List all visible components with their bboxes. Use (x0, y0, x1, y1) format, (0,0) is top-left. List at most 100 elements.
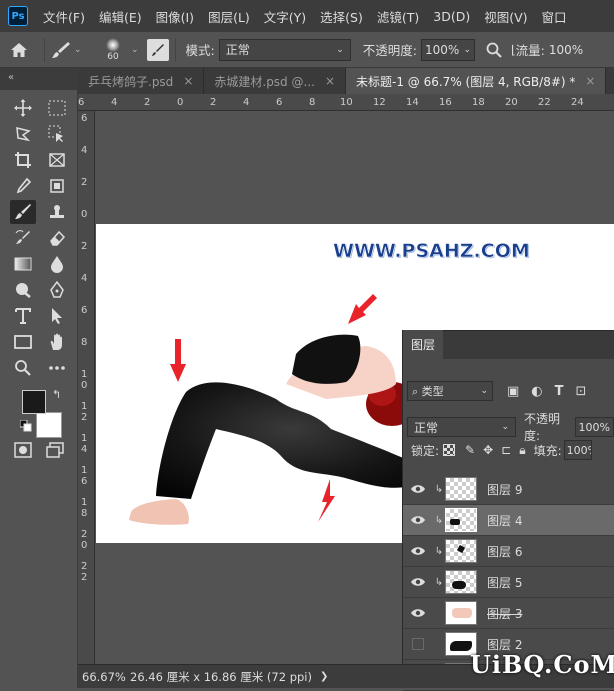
ruler-tick-label: 1 8 (81, 497, 88, 519)
menu-file[interactable]: 文件(F) (36, 7, 92, 26)
mode-select[interactable]: 正常 ⌄ (218, 38, 351, 61)
more-tools-icon[interactable] (44, 356, 70, 380)
shape-filter-icon[interactable]: ⊡ (576, 384, 587, 399)
type-filter-icon[interactable]: T (555, 384, 564, 399)
menu-type[interactable]: 文字(Y) (257, 7, 313, 26)
brush-preset-picker[interactable]: ⌄ (51, 41, 95, 59)
layer-opacity-field[interactable]: 100% (574, 417, 614, 437)
menu-window[interactable]: 窗口 (535, 7, 574, 26)
brush-settings-icon[interactable] (146, 38, 169, 61)
dodge-tool-icon[interactable] (10, 278, 36, 302)
lock-artboard-icon[interactable]: ⊏ (501, 443, 511, 457)
close-icon[interactable]: × (585, 74, 595, 88)
lasso-tool-icon[interactable] (10, 122, 36, 146)
crop-tool-icon[interactable] (10, 148, 36, 172)
fill-value: 100% (566, 443, 591, 457)
menu-edit[interactable]: 编辑(E) (92, 7, 149, 26)
chevron-down-icon: ⌄ (463, 44, 471, 55)
tab-layers[interactable]: 图层 (403, 330, 444, 359)
eye-icon[interactable] (403, 608, 433, 618)
object-select-tool-icon[interactable] (44, 122, 70, 146)
layer-thumbnail[interactable] (445, 508, 477, 532)
hand-tool-icon[interactable] (44, 330, 70, 354)
horizontal-ruler[interactable]: 6 4 2 0 2 4 6 8 10 12 14 16 18 20 22 24 (78, 94, 614, 111)
layer-thumbnail[interactable] (445, 477, 477, 501)
layer-thumbnail[interactable] (445, 570, 477, 594)
lock-transparency-icon[interactable] (443, 444, 456, 456)
blend-row: 正常 ⌄ 不透明度: 100% (407, 410, 614, 444)
menu-layer[interactable]: 图层(L) (201, 7, 257, 26)
flow-value[interactable]: 100% (549, 43, 583, 57)
layer-row[interactable]: ↳ 图层 6 (403, 536, 614, 567)
blur-tool-icon[interactable] (44, 252, 70, 276)
screen-mode-icon[interactable] (46, 442, 64, 461)
close-icon[interactable]: × (183, 74, 193, 88)
swap-colors-icon[interactable]: ↰ (52, 388, 61, 401)
layer-filter-select[interactable]: ⌕ 类型 ⌄ (407, 381, 493, 401)
background-color-swatch[interactable] (36, 412, 62, 438)
lock-row: 锁定: ✎ ✥ ⊏ 🔒︎ 填充: 100% (411, 440, 592, 460)
frame-tool-icon[interactable] (44, 148, 70, 172)
layer-thumbnail[interactable] (445, 539, 477, 563)
tab-document-active[interactable]: 未标题-1 @ 66.7% (图层 4, RGB/8#) * × (346, 68, 607, 94)
lock-position-icon[interactable]: ✥ (483, 443, 493, 457)
pen-tool-icon[interactable] (44, 278, 70, 302)
status-menu-arrow[interactable]: ❯ (320, 671, 328, 682)
layer-row[interactable]: ↳ 图层 9 (403, 474, 614, 505)
visibility-toggle[interactable] (403, 638, 433, 650)
tab-document-2[interactable]: 赤城建材.psd @... × (204, 68, 346, 94)
eye-icon[interactable] (403, 577, 433, 587)
marquee-tool-icon[interactable] (44, 96, 70, 120)
layer-thumbnail[interactable] (445, 601, 477, 625)
zoom-level[interactable]: 66.67% (78, 670, 126, 684)
layer-row[interactable]: ↳ 图层 5 (403, 567, 614, 598)
eraser-tool-icon[interactable] (44, 226, 70, 250)
brush-size-picker[interactable]: 60 (95, 34, 131, 66)
quick-mask-icon[interactable] (14, 442, 32, 461)
blend-mode-select[interactable]: 正常 ⌄ (407, 417, 517, 437)
menu-view[interactable]: 视图(V) (477, 7, 534, 26)
layer-name: 图层 9 (487, 482, 523, 497)
brush-tool-icon[interactable] (10, 200, 36, 224)
close-icon[interactable]: × (325, 74, 335, 88)
lock-all-icon[interactable]: 🔒︎ (519, 443, 525, 458)
eye-icon[interactable] (403, 515, 433, 525)
default-colors-icon[interactable] (19, 419, 32, 435)
menu-select[interactable]: 选择(S) (313, 7, 370, 26)
stamp-tool-icon[interactable] (44, 200, 70, 224)
ruler-tick-label: 2 (81, 241, 88, 252)
tab-document-1[interactable]: 乒乓烤鸽子.psd × (78, 68, 205, 94)
gradient-tool-icon[interactable] (10, 252, 36, 276)
lock-pixels-icon[interactable]: ✎ (465, 443, 475, 457)
menu-image[interactable]: 图像(I) (149, 7, 201, 26)
ruler-tool-icon[interactable] (44, 174, 70, 198)
layer-row[interactable]: 图层 3 (403, 598, 614, 629)
zoom-tool-icon[interactable] (10, 356, 36, 380)
panel-collapse-button[interactable]: « (0, 68, 78, 90)
fill-label: 填充: (533, 443, 562, 458)
foreground-color-swatch[interactable] (22, 390, 46, 414)
eyedropper-tool-icon[interactable] (10, 174, 36, 198)
ruler-tick-label: 22 (538, 97, 551, 108)
eye-icon[interactable] (403, 546, 433, 556)
path-select-tool-icon[interactable] (44, 304, 70, 328)
layer-name: 图层 6 (487, 544, 523, 559)
move-tool-icon[interactable] (10, 96, 36, 120)
opacity-field[interactable]: 100% ⌄ (420, 38, 475, 61)
home-icon[interactable] (0, 42, 38, 58)
history-brush-tool-icon[interactable] (10, 226, 36, 250)
fill-field[interactable]: 100% (563, 440, 592, 460)
rectangle-tool-icon[interactable] (10, 330, 36, 354)
menu-filter[interactable]: 滤镜(T) (370, 7, 426, 26)
menu-3d[interactable]: 3D(D) (426, 9, 477, 24)
pixel-filter-icon[interactable]: ▣ (507, 384, 519, 399)
vertical-ruler[interactable]: 6 4 2 0 2 4 6 8 1 0 1 2 1 4 1 6 1 8 2 0 … (78, 111, 95, 664)
pressure-opacity-icon[interactable] (481, 42, 507, 58)
ruler-tick-label: 8 (81, 337, 88, 348)
layer-row[interactable]: ↳ 图层 4 (403, 505, 614, 536)
type-tool-icon[interactable] (10, 304, 36, 328)
layer-filter-row: ⌕ 类型 ⌄ ▣ ◐ T ⊡ (407, 381, 586, 401)
adjustment-filter-icon[interactable]: ◐ (531, 384, 542, 399)
eye-icon[interactable] (403, 484, 433, 494)
chevron-down-icon[interactable]: ⌄ (131, 45, 139, 55)
